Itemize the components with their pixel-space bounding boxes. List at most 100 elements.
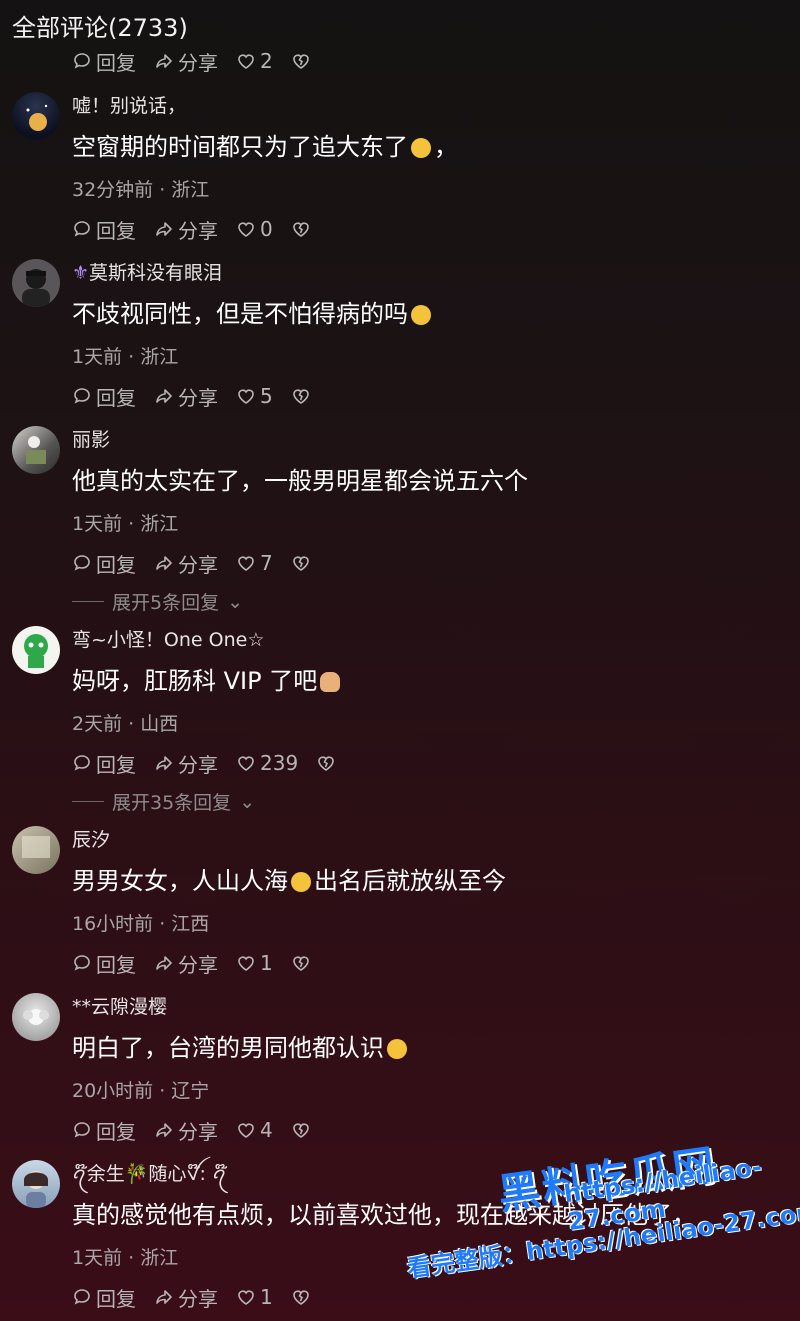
reply-label: 回复 — [96, 752, 136, 777]
share-button[interactable]: 分享 — [154, 949, 218, 978]
share-arrow-icon — [156, 956, 172, 970]
expand-replies-button[interactable]: 展开35条回复 ⌄ — [72, 788, 255, 815]
watermark: 黑料吃瓜网 https://heiliao-27.com 看完整版：https:… — [405, 1130, 800, 1310]
dislike-button[interactable] — [291, 1120, 311, 1140]
dislike-button[interactable] — [291, 51, 311, 71]
broken-heart-icon — [292, 556, 309, 571]
reply-button[interactable]: 回复 — [72, 549, 136, 578]
username[interactable]: **云隙漫樱 — [72, 993, 780, 1021]
heart-icon — [238, 389, 254, 404]
broken-heart-icon — [318, 756, 334, 771]
share-label: 分享 — [178, 218, 218, 243]
expand-replies-button[interactable]: 展开5条回复 ⌄ — [72, 588, 243, 615]
dislike-button[interactable] — [316, 753, 336, 773]
username[interactable]: 丽影 — [72, 426, 780, 454]
flower-avatar-icon — [23, 1009, 49, 1025]
dislike-button[interactable] — [291, 1287, 311, 1307]
photo-avatar-icon — [26, 436, 46, 464]
night-sky-avatar-icon — [26, 104, 48, 131]
broken-heart-icon — [292, 1123, 309, 1138]
reply-button[interactable]: 回复 — [72, 47, 136, 76]
share-arrow-icon — [156, 222, 172, 236]
share-button[interactable]: 分享 — [154, 215, 218, 244]
comment-text: 明白了，台湾的男同他都认识 — [72, 1031, 780, 1065]
like-button[interactable]: 239 — [236, 751, 298, 775]
comment-meta: 2天前 · 山西 — [72, 713, 179, 735]
comment-bubble-icon — [74, 755, 90, 771]
reply-label: 回复 — [96, 952, 136, 977]
reply-button[interactable]: 回复 — [72, 1283, 136, 1312]
reply-button[interactable]: 回复 — [72, 215, 136, 244]
dislike-button[interactable] — [291, 386, 311, 406]
like-button[interactable]: 2 — [236, 49, 273, 73]
reply-label: 回复 — [96, 385, 136, 410]
like-button[interactable]: 4 — [236, 1118, 273, 1142]
avatar[interactable] — [12, 259, 60, 307]
laugh-cry-emoji-icon — [411, 138, 431, 158]
heart-icon — [238, 956, 254, 971]
like-button[interactable]: 1 — [236, 951, 273, 975]
heart-icon — [238, 222, 254, 237]
share-button[interactable]: 分享 — [154, 549, 218, 578]
comment-text: 妈呀，肛肠科 VIP 了吧 — [72, 664, 780, 698]
share-button[interactable]: 分享 — [154, 1283, 218, 1312]
reply-label: 回复 — [96, 218, 136, 243]
reply-label: 回复 — [96, 50, 136, 75]
username[interactable]: 弯~小怪！One One☆ — [72, 626, 780, 654]
like-count: 5 — [260, 384, 273, 408]
comment-bubble-icon — [74, 955, 90, 971]
like-button[interactable]: 1 — [236, 1285, 273, 1309]
broken-heart-icon — [292, 956, 309, 971]
share-button[interactable]: 分享 — [154, 47, 218, 76]
dislike-button[interactable] — [291, 953, 311, 973]
like-count: 239 — [260, 751, 299, 775]
username[interactable]: 嘘！别说话， — [72, 92, 780, 120]
share-label: 分享 — [178, 752, 218, 777]
avatar[interactable] — [12, 426, 60, 474]
dislike-button[interactable] — [291, 219, 311, 239]
share-arrow-icon — [156, 389, 172, 403]
heart-icon — [238, 756, 254, 771]
avatar[interactable] — [12, 826, 60, 874]
share-label: 分享 — [178, 952, 218, 977]
username[interactable]: 莫斯科没有眼泪 — [89, 262, 222, 284]
comment-bubble-icon — [74, 388, 90, 404]
share-arrow-icon — [156, 1290, 172, 1304]
share-button[interactable]: 分享 — [154, 749, 218, 778]
like-count: 1 — [260, 1285, 273, 1309]
share-label: 分享 — [178, 1286, 218, 1311]
expand-replies-label: 展开5条回复 — [112, 592, 220, 614]
comment-bubble-icon — [74, 555, 90, 571]
comment-meta: 20小时前 · 辽宁 — [72, 1080, 210, 1102]
divider-line — [72, 601, 104, 602]
comment-meta: 1天前 · 浙江 — [72, 513, 179, 535]
avatar[interactable] — [12, 1160, 60, 1208]
share-button[interactable]: 分享 — [154, 1116, 218, 1145]
like-button[interactable]: 7 — [236, 551, 273, 575]
person-facepalm-emoji-icon — [320, 672, 341, 692]
divider-line — [72, 801, 104, 802]
comment-bubble-icon — [74, 1289, 90, 1305]
like-button[interactable]: 0 — [236, 217, 273, 241]
share-button[interactable]: 分享 — [154, 382, 218, 411]
avatar[interactable] — [12, 92, 60, 140]
reply-button[interactable]: 回复 — [72, 749, 136, 778]
share-arrow-icon — [156, 1123, 172, 1137]
reply-button[interactable]: 回复 — [72, 1116, 136, 1145]
avatar[interactable] — [12, 993, 60, 1041]
avatar[interactable] — [12, 626, 60, 674]
reply-button[interactable]: 回复 — [72, 382, 136, 411]
comment-text: 男男女女，人山人海 出名后就放纵至今 — [72, 867, 506, 895]
like-count: 2 — [260, 49, 273, 73]
comment-bubble-icon — [74, 221, 90, 237]
fleur-de-lis-icon: ⚜ — [72, 262, 90, 284]
username[interactable]: 辰汐 — [72, 826, 780, 854]
comment-text: 不歧视同性，但是不怕得病的吗 — [72, 297, 780, 331]
comment-bubble-icon — [74, 53, 90, 69]
dislike-button[interactable] — [291, 553, 311, 573]
reply-button[interactable]: 回复 — [72, 949, 136, 978]
like-button[interactable]: 5 — [236, 384, 273, 408]
broken-heart-icon — [292, 54, 309, 69]
share-arrow-icon — [156, 54, 172, 68]
share-arrow-icon — [156, 756, 172, 770]
